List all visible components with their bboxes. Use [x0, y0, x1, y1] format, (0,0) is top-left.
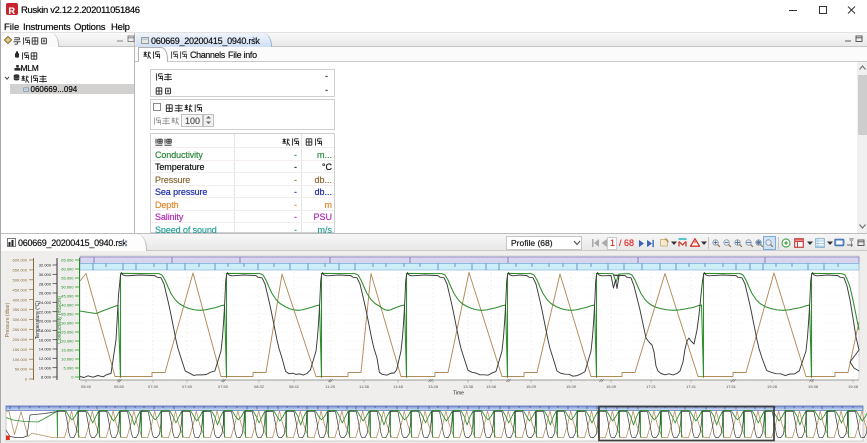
- svg-text:50.000: 50.000: [15, 367, 28, 372]
- svg-text:11:28: 11:28: [325, 384, 335, 389]
- svg-text:10.000: 10.000: [61, 357, 74, 362]
- svg-text:Conductivity (mS/cm): Conductivity (mS/cm): [57, 296, 63, 344]
- svg-text:450.000: 450.000: [13, 287, 28, 292]
- svg-text:08:42: 08:42: [289, 384, 300, 389]
- svg-text:500.000: 500.000: [13, 277, 28, 282]
- svg-text:5.000: 5.000: [63, 366, 74, 371]
- svg-text:10.000: 10.000: [39, 365, 52, 370]
- svg-text:07:40: 07:40: [182, 384, 193, 389]
- svg-text:100.000: 100.000: [13, 357, 28, 362]
- svg-text:07:30: 07:30: [148, 384, 159, 389]
- svg-text:19:28: 19:28: [767, 384, 778, 389]
- svg-text:17:51: 17:51: [726, 384, 737, 389]
- svg-text:60.000: 60.000: [61, 267, 74, 272]
- svg-text:550.000: 550.000: [13, 268, 28, 273]
- svg-text:08:32: 08:32: [254, 384, 265, 389]
- svg-text:30.000: 30.000: [39, 272, 52, 277]
- svg-text:15:29: 15:29: [526, 384, 537, 389]
- svg-text:40.000: 40.000: [61, 303, 74, 308]
- svg-text:15.000: 15.000: [61, 348, 74, 353]
- svg-text:65.000: 65.000: [61, 258, 74, 263]
- svg-text:Temperature (°C): Temperature (°C): [35, 300, 41, 339]
- svg-text:150.000: 150.000: [13, 347, 28, 352]
- svg-text:45.000: 45.000: [61, 294, 74, 299]
- svg-text:Pressure (dbar): Pressure (dbar): [5, 302, 11, 337]
- svg-text:05:50: 05:50: [114, 384, 125, 389]
- svg-text:28.000: 28.000: [39, 281, 52, 286]
- svg-text:50.000: 50.000: [61, 285, 74, 290]
- svg-text:400.000: 400.000: [13, 297, 28, 302]
- svg-text:350.000: 350.000: [13, 307, 28, 312]
- svg-text:35.000: 35.000: [61, 312, 74, 317]
- svg-text:600.000: 600.000: [13, 258, 28, 263]
- svg-text:15:49: 15:49: [606, 384, 617, 389]
- svg-text:55.000: 55.000: [61, 276, 74, 281]
- svg-text:19:38: 19:38: [808, 384, 819, 389]
- svg-text:07:50: 07:50: [218, 384, 229, 389]
- svg-text:8.000: 8.000: [41, 375, 52, 380]
- svg-text:12.000: 12.000: [39, 356, 52, 361]
- svg-text:13:48: 13:48: [486, 384, 497, 389]
- svg-text:13:38: 13:38: [463, 384, 474, 389]
- svg-text:17:41: 17:41: [686, 384, 697, 389]
- svg-text:32.000: 32.000: [39, 263, 52, 268]
- svg-text:19:48: 19:48: [848, 384, 859, 389]
- svg-text:05:40: 05:40: [81, 384, 92, 389]
- svg-text:Time: Time: [453, 391, 464, 397]
- svg-text:17:21: 17:21: [646, 384, 657, 389]
- svg-text:300.000: 300.000: [13, 317, 28, 322]
- svg-text:250.000: 250.000: [13, 327, 28, 332]
- svg-text:13:28: 13:28: [428, 384, 439, 389]
- svg-text:30.000: 30.000: [61, 321, 74, 326]
- svg-text:15:39: 15:39: [566, 384, 577, 389]
- svg-text:25.000: 25.000: [61, 330, 74, 335]
- svg-text:20.000: 20.000: [61, 339, 74, 344]
- svg-text:200.000: 200.000: [13, 337, 28, 342]
- svg-text:14.000: 14.000: [39, 347, 52, 352]
- svg-text:11:48: 11:48: [393, 384, 403, 389]
- svg-text:11:38: 11:38: [359, 384, 369, 389]
- svg-text:26.000: 26.000: [39, 291, 52, 296]
